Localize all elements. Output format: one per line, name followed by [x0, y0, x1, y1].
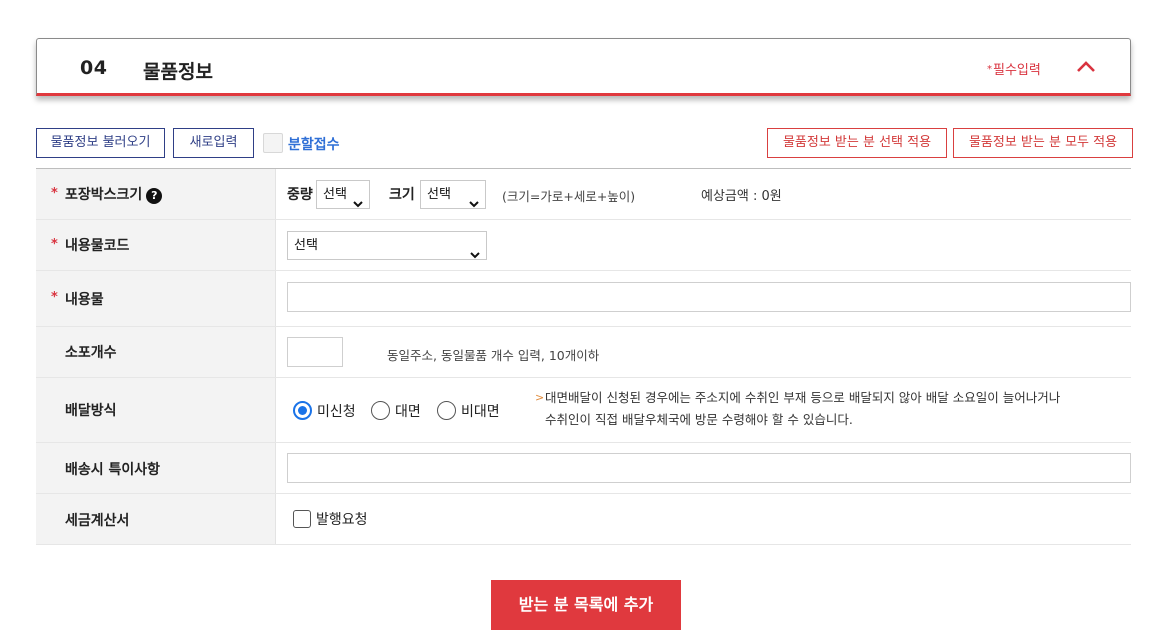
special-notes-input[interactable]: [287, 453, 1131, 483]
box-size-label-text: 포장박스크기: [65, 187, 143, 203]
tax-invoice-label: 세금계산서: [65, 513, 130, 529]
special-notes-label: 배송시 특이사항: [65, 462, 161, 478]
required-note: *필수입력: [987, 59, 1041, 78]
parcel-count-label: 소포개수: [65, 345, 117, 361]
weight-select[interactable]: 선택: [316, 180, 370, 209]
delivery-method-label: 배달방식: [65, 403, 117, 419]
content-code-label: 내용물코드: [65, 238, 130, 254]
row-divider: [36, 377, 1131, 378]
delivery-radio-none[interactable]: [293, 401, 312, 420]
load-item-info-button[interactable]: 물품정보 불러오기: [36, 128, 165, 158]
delivery-note-line2: 수취인이 직접 배달우체국에 방문 수령해야 할 수 있습니다.: [545, 412, 853, 427]
row-divider: [36, 219, 1131, 220]
required-star: *: [51, 290, 58, 305]
size-hint: (크기=가로+세로+높이): [502, 189, 636, 204]
chevron-down-icon: [470, 242, 480, 259]
row-divider: [36, 493, 1131, 494]
delivery-option-label[interactable]: 대면: [395, 401, 421, 421]
content-code-value: 선택: [294, 238, 318, 253]
delivery-radio-in-person[interactable]: [371, 401, 390, 420]
section-title: 물품정보: [143, 61, 213, 83]
chevron-up-icon[interactable]: [1074, 55, 1098, 79]
chevron-down-icon: [469, 191, 479, 208]
note-bullet: >: [535, 391, 545, 404]
content-label: 내용물: [65, 292, 104, 308]
size-select[interactable]: 선택: [420, 180, 486, 209]
tax-invoice-option-label[interactable]: 발행요청: [316, 509, 368, 529]
size-label: 크기: [389, 187, 415, 203]
help-icon[interactable]: ?: [146, 188, 163, 204]
split-label[interactable]: 분할접수: [288, 134, 340, 154]
new-entry-button[interactable]: 새로입력: [173, 128, 254, 158]
row-divider: [36, 326, 1131, 327]
split-checkbox[interactable]: [263, 133, 283, 153]
required-label: 필수입력: [993, 63, 1041, 78]
weight-select-value: 선택: [323, 187, 347, 202]
section-header: 04 물품정보 *필수입력: [36, 38, 1131, 96]
content-code-select[interactable]: 선택: [287, 231, 487, 260]
section-number: 04: [80, 57, 108, 79]
weight-label: 중량: [287, 187, 313, 203]
estimate-amount: 예상금액 : 0원: [701, 189, 782, 204]
delivery-radio-contactless[interactable]: [437, 401, 456, 420]
add-to-recipient-list-button[interactable]: 받는 분 목록에 추가: [491, 580, 681, 630]
parcel-count-hint: 동일주소, 동일물품 개수 입력, 10개이하: [387, 348, 600, 363]
delivery-option-label[interactable]: 미신청: [317, 401, 356, 421]
content-input[interactable]: [287, 282, 1131, 312]
row-divider: [36, 442, 1131, 443]
size-select-value: 선택: [427, 187, 451, 202]
required-star: *: [51, 186, 58, 201]
apply-selected-button[interactable]: 물품정보 받는 분 선택 적용: [767, 128, 947, 158]
parcel-count-input[interactable]: [287, 337, 343, 367]
apply-all-button[interactable]: 물품정보 받는 분 모두 적용: [953, 128, 1133, 158]
box-size-label: 포장박스크기?: [65, 184, 163, 204]
row-divider: [36, 544, 1131, 545]
required-star: *: [51, 237, 58, 252]
row-divider: [36, 270, 1131, 271]
required-star: *: [987, 64, 992, 75]
chevron-down-icon: [353, 191, 363, 208]
delivery-option-label[interactable]: 비대면: [461, 401, 500, 421]
tax-invoice-checkbox[interactable]: [293, 510, 311, 528]
delivery-note-line1: 대면배달이 신청된 경우에는 주소지에 수취인 부재 등으로 배달되지 않아 배…: [545, 390, 1061, 405]
